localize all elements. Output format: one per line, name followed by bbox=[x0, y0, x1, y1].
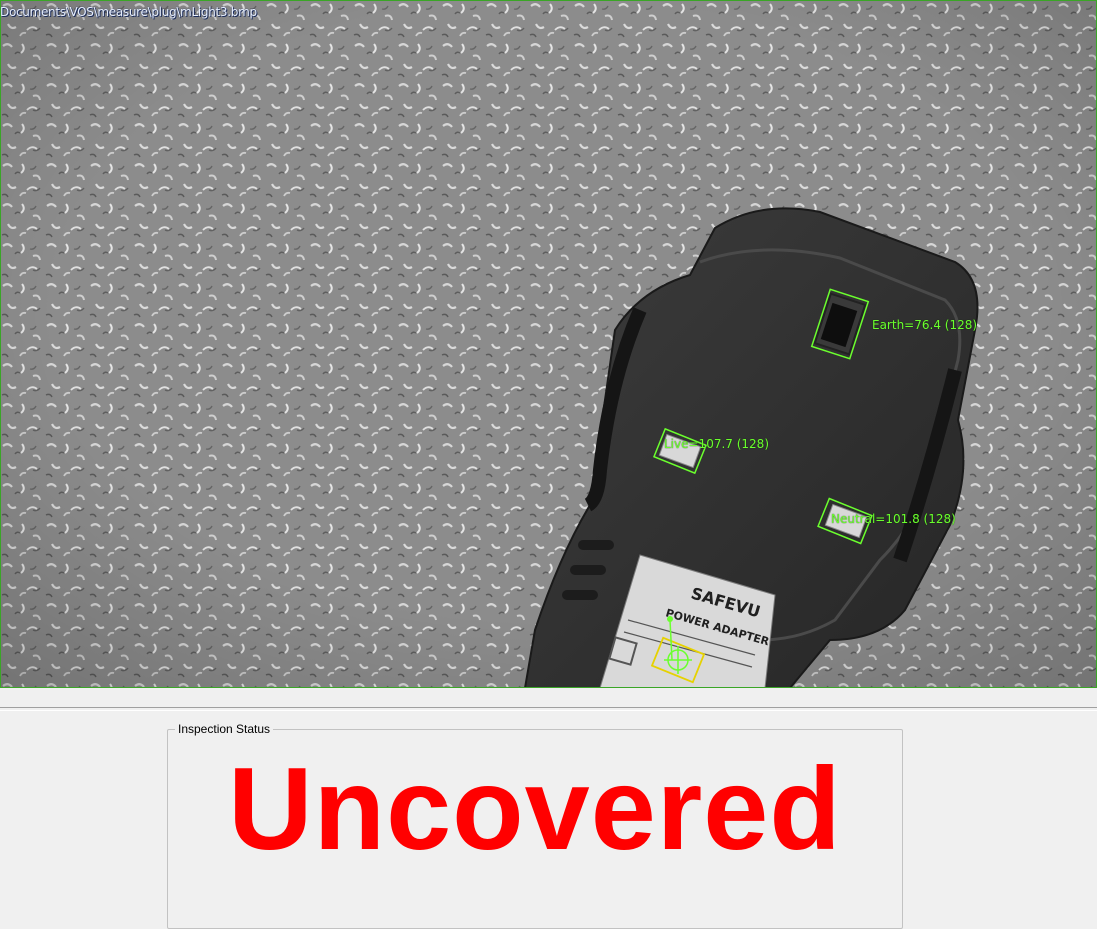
panel-separator[interactable] bbox=[0, 688, 1097, 711]
roi-neutral-label: Neutral=101.8 (128) bbox=[831, 512, 956, 526]
inspection-image: SAFEVU POWER ADAPTER bbox=[0, 0, 1097, 688]
image-viewer[interactable]: SAFEVU POWER ADAPTER Documents\VOS\measu… bbox=[0, 0, 1097, 688]
inspection-status-group: Inspection Status Uncovered bbox=[167, 722, 903, 929]
group-title: Inspection Status bbox=[175, 722, 274, 736]
roi-live-label: Live=107.7 (128) bbox=[664, 437, 769, 451]
file-path: Documents\VOS\measure\plug\mLight3.bmp bbox=[0, 5, 257, 19]
status-value: Uncovered bbox=[228, 743, 842, 874]
roi-earth-label: Earth=76.4 (128) bbox=[872, 318, 978, 332]
